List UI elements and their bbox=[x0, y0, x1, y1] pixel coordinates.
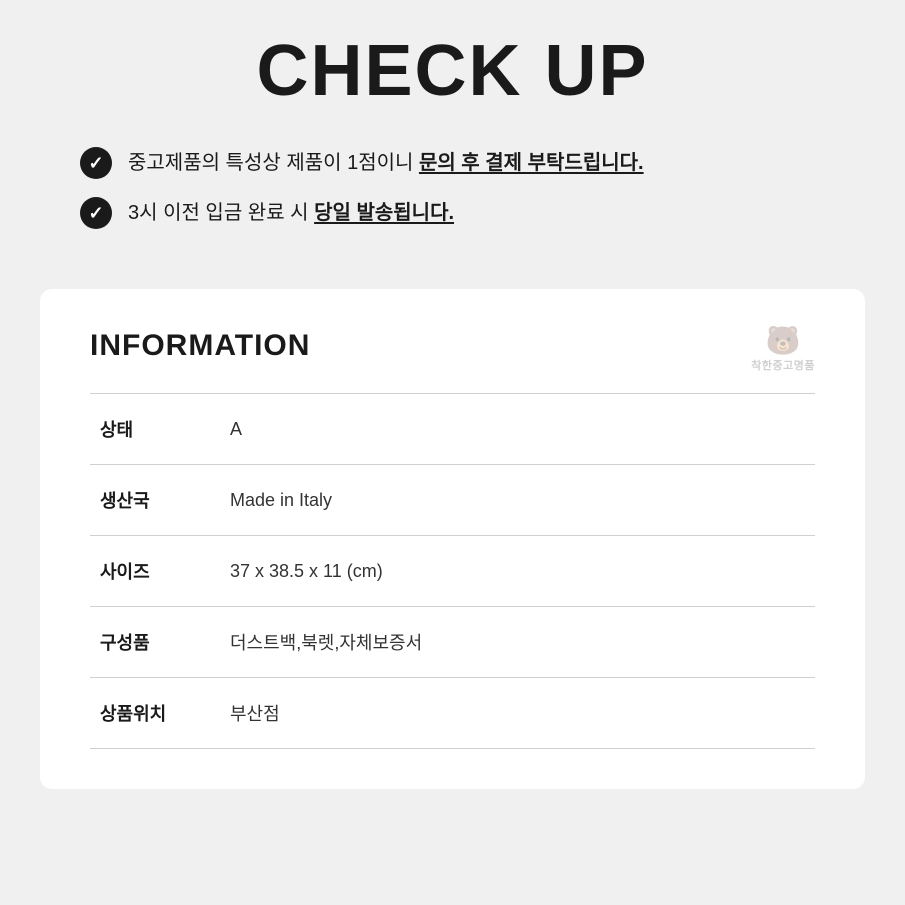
check-icon-1 bbox=[80, 147, 112, 179]
table-label-2: 사이즈 bbox=[90, 536, 220, 607]
table-value-0: A bbox=[220, 394, 815, 465]
checklist: 중고제품의 특성상 제품이 1점이니 문의 후 결제 부탁드립니다. 3시 이전… bbox=[60, 147, 845, 229]
table-label-3: 구성품 bbox=[90, 607, 220, 678]
table-row: 상태A bbox=[90, 394, 815, 465]
table-value-3: 더스트백,북렛,자체보증서 bbox=[220, 607, 815, 678]
check-icon-2 bbox=[80, 197, 112, 229]
table-value-2: 37 x 38.5 x 11 (cm) bbox=[220, 536, 815, 607]
table-row: 사이즈37 x 38.5 x 11 (cm) bbox=[90, 536, 815, 607]
page-title: CHECK UP bbox=[60, 30, 845, 112]
table-value-4: 부산점 bbox=[220, 678, 815, 749]
table-row: 생산국Made in Italy bbox=[90, 465, 815, 536]
top-section: CHECK UP 중고제품의 특성상 제품이 1점이니 문의 후 결제 부탁드립… bbox=[0, 0, 905, 269]
information-table: 상태A생산국Made in Italy사이즈37 x 38.5 x 11 (cm… bbox=[90, 393, 815, 749]
table-label-0: 상태 bbox=[90, 394, 220, 465]
checklist-item-1: 중고제품의 특성상 제품이 1점이니 문의 후 결제 부탁드립니다. bbox=[80, 147, 845, 179]
table-row: 상품위치부산점 bbox=[90, 678, 815, 749]
table-value-1: Made in Italy bbox=[220, 465, 815, 536]
information-table-body: 상태A생산국Made in Italy사이즈37 x 38.5 x 11 (cm… bbox=[90, 394, 815, 749]
checklist-text-2: 3시 이전 입금 완료 시 당일 발송됩니다. bbox=[128, 198, 454, 228]
table-label-1: 생산국 bbox=[90, 465, 220, 536]
checklist-item-2: 3시 이전 입금 완료 시 당일 발송됩니다. bbox=[80, 197, 845, 229]
watermark-text: 착한중고명품 bbox=[751, 357, 815, 373]
table-row: 구성품더스트백,북렛,자체보증서 bbox=[90, 607, 815, 678]
checklist-text-1: 중고제품의 특성상 제품이 1점이니 문의 후 결제 부탁드립니다. bbox=[128, 148, 644, 178]
table-label-4: 상품위치 bbox=[90, 678, 220, 749]
information-title: INFORMATION bbox=[90, 329, 815, 363]
checklist-bold-1: 문의 후 결제 부탁드립니다. bbox=[419, 152, 644, 174]
checklist-bold-2: 당일 발송됩니다. bbox=[314, 202, 454, 224]
watermark-bear-icon: 🐻 bbox=[766, 327, 801, 355]
watermark: 🐻 착한중고명품 bbox=[751, 327, 815, 373]
information-section: INFORMATION 🐻 착한중고명품 상태A생산국Made in Italy… bbox=[40, 289, 865, 789]
